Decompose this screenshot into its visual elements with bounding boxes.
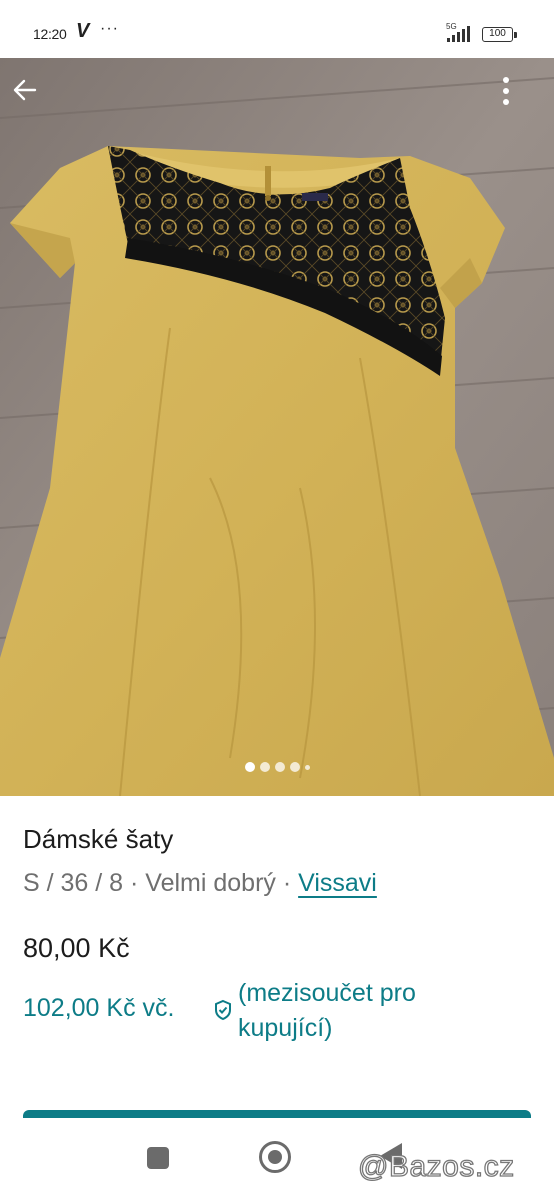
- price: 80,00 Kč: [23, 933, 130, 963]
- listing-meta: S / 36 / 8 · Velmi dobrý · Vissavi: [23, 869, 377, 898]
- pagination-dot[interactable]: [289, 762, 300, 772]
- more-notifications-icon: ···: [100, 20, 119, 37]
- brand-link[interactable]: Vissavi: [298, 869, 377, 897]
- home-button[interactable]: [259, 1141, 291, 1173]
- recent-apps-button[interactable]: [147, 1147, 169, 1169]
- pagination-dot[interactable]: [259, 762, 270, 772]
- separator: ·: [275, 869, 299, 897]
- size-text: S / 36 / 8: [23, 869, 124, 897]
- listing-title: Dámské šaty: [23, 824, 174, 854]
- status-time: 12:20: [33, 26, 67, 42]
- dress-photo: [0, 58, 554, 796]
- carrier-icon: V: [76, 20, 90, 42]
- signal-icon: [447, 26, 470, 42]
- pagination-dot[interactable]: [244, 762, 255, 772]
- battery-icon: 100: [482, 27, 517, 42]
- shield-check-icon[interactable]: [213, 999, 233, 1021]
- product-photo[interactable]: [0, 58, 554, 796]
- buyer-protection-note[interactable]: (mezisoučet pro kupující): [238, 976, 478, 1046]
- pagination-dot[interactable]: [304, 764, 310, 770]
- pagination-dot[interactable]: [274, 762, 285, 772]
- more-options-button[interactable]: [502, 76, 542, 116]
- separator: ·: [123, 869, 146, 897]
- arrow-left-icon: [13, 79, 37, 101]
- condition-text: Velmi dobrý: [145, 869, 276, 897]
- more-vertical-icon: [503, 77, 509, 105]
- back-button[interactable]: [11, 76, 51, 116]
- buyer-price[interactable]: 102,00 Kč vč.: [23, 994, 174, 1023]
- watermark: @Bazos.cz: [357, 1149, 515, 1183]
- photo-pagination[interactable]: [0, 762, 554, 772]
- status-bar: 12:20 V ··· 5G 100: [0, 0, 554, 58]
